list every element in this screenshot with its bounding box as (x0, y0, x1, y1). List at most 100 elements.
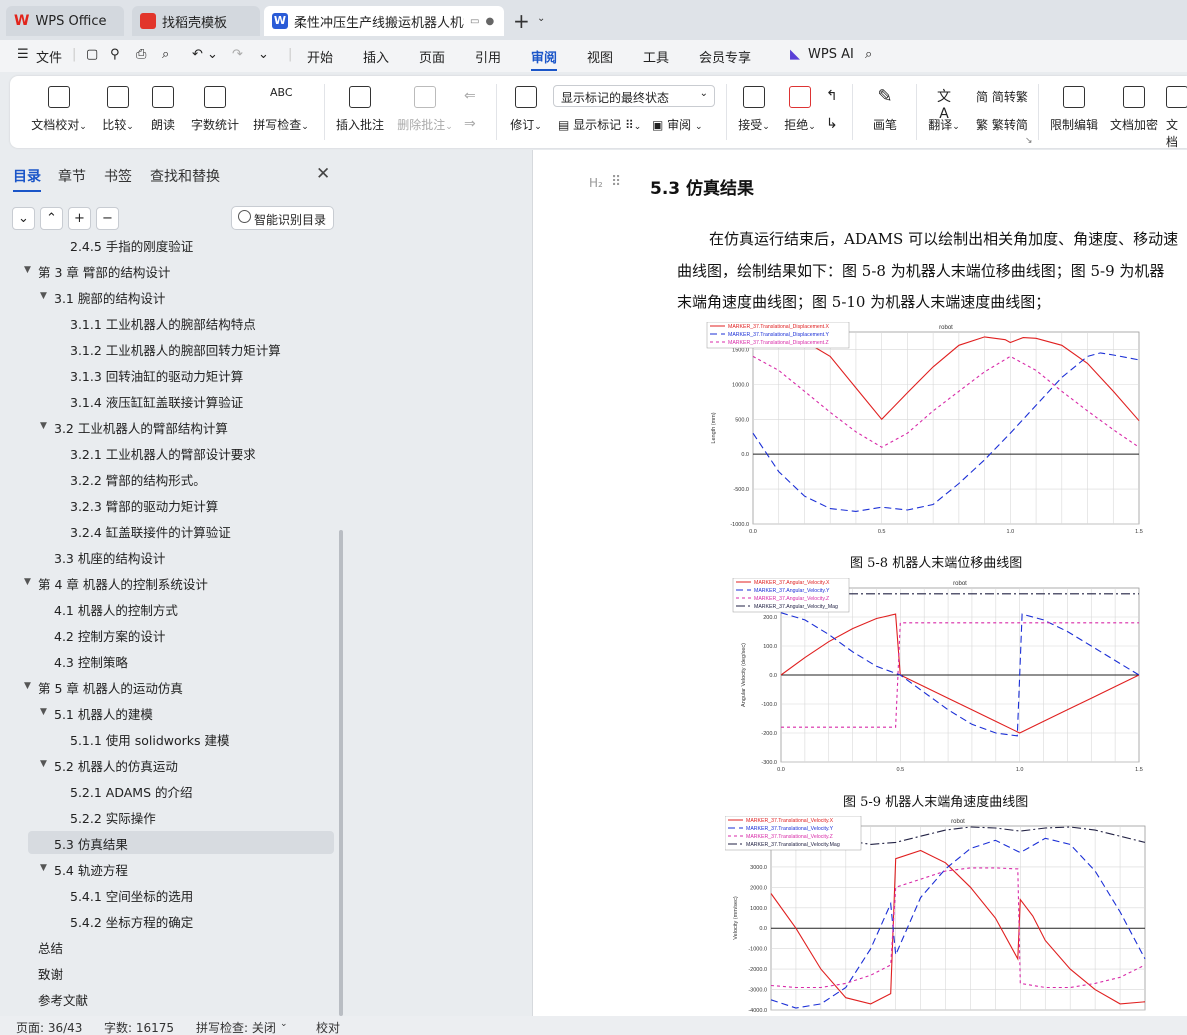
reject-button[interactable]: 拒绝⌄ (780, 86, 820, 133)
menu-tools[interactable]: 工具 (643, 47, 669, 66)
smart-toc-button[interactable]: 智能识别目录 (231, 206, 334, 230)
revise-button[interactable]: 修订⌄ (504, 86, 548, 133)
tab-list-chevron-icon[interactable]: ⌄ (537, 13, 545, 24)
toc-collapse-triangle-icon[interactable]: ▼ (24, 681, 31, 691)
compare-button[interactable]: 比较⌄ (96, 86, 140, 133)
prev-change-icon[interactable]: ↰ (826, 88, 838, 104)
toc-item[interactable]: 4.1 机器人的控制方式 (0, 596, 340, 620)
tab-bookmarks[interactable]: 书签 (104, 166, 132, 186)
page-indicator[interactable]: 页面: 36/43 (16, 1019, 82, 1035)
proofread-status[interactable]: 校对 (316, 1019, 340, 1035)
menu-reference[interactable]: 引用 (475, 47, 501, 66)
next-change-icon[interactable]: ↳ (826, 116, 838, 132)
toc-collapse-triangle-icon[interactable]: ▼ (24, 577, 31, 587)
toc-item[interactable]: ▼ 3.1 腕部的结构设计 (0, 284, 340, 308)
redo-icon[interactable]: ↷ (232, 47, 243, 62)
toc-item[interactable]: 5.2.2 实际操作 (0, 804, 340, 828)
menu-review[interactable]: 审阅 (531, 47, 558, 71)
toc-item[interactable]: 致谢 (0, 960, 340, 984)
toc-collapse-triangle-icon[interactable]: ▼ (40, 291, 47, 301)
next-comment-icon[interactable]: ⇒ (464, 116, 476, 132)
quick-access-chevron-icon[interactable]: ⌄ (258, 47, 269, 62)
trad-to-simp-button[interactable]: 繁 繁转简 (976, 116, 1028, 133)
toc-item[interactable]: 3.2.1 工业机器人的臂部设计要求 (0, 440, 340, 464)
hamburger-icon[interactable]: ☰ (17, 47, 29, 62)
toc-item[interactable]: 2.4.5 手指的刚度验证 (0, 240, 340, 256)
tab-chapters[interactable]: 章节 (58, 166, 86, 186)
remove-heading-button[interactable]: − (96, 207, 119, 230)
menu-member[interactable]: 会员专享 (699, 47, 751, 66)
toc-item[interactable]: 5.4.2 坐标方程的确定 (0, 908, 340, 932)
drag-handle-icon[interactable]: ⠿ (611, 174, 621, 190)
toc-collapse-triangle-icon[interactable]: ▼ (24, 265, 31, 275)
translate-button[interactable]: 文A 翻译⌄ (924, 86, 964, 133)
toc-item[interactable]: ▼ 3.2 工业机器人的臂部结构计算 (0, 414, 340, 438)
menu-view[interactable]: 视图 (587, 47, 613, 66)
toc-item[interactable]: ▼ 5.2 机器人的仿真运动 (0, 752, 340, 776)
review-pane-button[interactable]: ▣ 审阅 ⌄ (652, 116, 703, 133)
toc-item[interactable]: 4.2 控制方案的设计 (0, 622, 340, 646)
pen-button[interactable]: ✎ 画笔 (865, 86, 905, 133)
read-aloud-button[interactable]: 朗读 (146, 86, 180, 133)
accept-button[interactable]: 接受⌄ (734, 86, 774, 133)
expand-up-button[interactable]: ⌃ (40, 207, 63, 230)
spell-check-button[interactable]: ABC 拼写检查⌄ (250, 86, 312, 133)
doc-proof-button[interactable]: 文档校对⌄ (28, 86, 90, 133)
add-heading-button[interactable]: + (68, 207, 91, 230)
spell-check-status[interactable]: 拼写检查: 关闭 (196, 1019, 276, 1035)
toc-item[interactable]: ▼ 第 4 章 机器人的控制系统设计 (0, 570, 340, 594)
toc-item[interactable]: 总结 (0, 934, 340, 958)
toc-item[interactable]: 3.2.4 缸盖联接件的计算验证 (0, 518, 340, 542)
save-icon[interactable]: ▢ (86, 47, 98, 62)
toc-item[interactable]: ▼ 第 3 章 臂部的结构设计 (0, 258, 340, 282)
tab-document[interactable]: W 柔性冲压生产线搬运机器人机械 ▭ ● (264, 6, 504, 36)
prev-comment-icon[interactable]: ⇐ (464, 88, 476, 104)
toc-item[interactable]: 4.3 控制策略 (0, 648, 340, 672)
search-icon[interactable]: ⌕ (865, 47, 872, 62)
toc-collapse-triangle-icon[interactable]: ▼ (40, 863, 47, 873)
toc-item[interactable]: 3.3 机座的结构设计 (0, 544, 340, 568)
menu-insert[interactable]: 插入 (363, 47, 389, 66)
toc-item[interactable]: 3.1.2 工业机器人的腕部回转力矩计算 (0, 336, 340, 360)
toc-item[interactable]: ▼ 5.1 机器人的建模 (0, 700, 340, 724)
toc-item[interactable]: 3.1.4 液压缸缸盖联接计算验证 (0, 388, 340, 412)
menu-page[interactable]: 页面 (419, 47, 445, 66)
menu-wps-ai[interactable]: WPS AI (808, 47, 854, 62)
toc-scrollbar[interactable] (339, 530, 343, 1016)
toc-item[interactable]: ▼ 第 5 章 机器人的运动仿真 (0, 674, 340, 698)
toc-item[interactable]: 5.3 仿真结果 (0, 830, 340, 854)
menu-start[interactable]: 开始 (307, 47, 333, 66)
menu-file[interactable]: 文件 (36, 47, 62, 66)
delete-comment-button[interactable]: 删除批注⌄ (394, 86, 456, 133)
toc-collapse-triangle-icon[interactable]: ▼ (40, 707, 47, 717)
toc-item[interactable]: 5.4.1 空间坐标的选用 (0, 882, 340, 906)
insert-comment-button[interactable]: 插入批注 (334, 86, 386, 133)
close-icon[interactable]: ✕ (316, 164, 330, 184)
print-icon[interactable]: ⎙ (136, 47, 146, 62)
word-count-button[interactable]: 字数统计 (188, 86, 242, 133)
toc-item[interactable]: 3.1.3 回转油缸的驱动力矩计算 (0, 362, 340, 386)
tab-toc[interactable]: 目录 (13, 166, 41, 192)
collapse-all-button[interactable]: ⌄ (12, 207, 35, 230)
undo-icon[interactable]: ↶ ⌄ (192, 47, 218, 62)
restrict-edit-button[interactable]: 限制编辑 (1046, 86, 1102, 133)
show-markup-button[interactable]: ▤ 显示标记 ⠿⌄ (558, 116, 641, 133)
toc-item[interactable]: 3.2.2 臂部的结构形式。 (0, 466, 340, 490)
tab-find-replace[interactable]: 查找和替换 (150, 166, 220, 186)
unsaved-dot-icon[interactable]: ● (485, 16, 494, 27)
toc-item[interactable]: 5.1.1 使用 solidworks 建模 (0, 726, 340, 750)
toc-collapse-triangle-icon[interactable]: ▼ (40, 421, 47, 431)
toc-item[interactable]: 3.1.1 工业机器人的腕部结构特点 (0, 310, 340, 334)
simp-to-trad-button[interactable]: 简 简转繁 (976, 88, 1028, 105)
share-link-icon[interactable]: ⚲ (110, 47, 120, 62)
toc-collapse-triangle-icon[interactable]: ▼ (40, 759, 47, 769)
toc-item[interactable]: 5.2.1 ADAMS 的介绍 (0, 778, 340, 802)
word-count[interactable]: 字数: 16175 (104, 1019, 174, 1035)
toc-item[interactable]: 参考文献 (0, 986, 340, 1010)
encrypt-doc-button[interactable]: 文档加密 (1106, 86, 1162, 133)
print-preview-icon[interactable]: ⌕ (162, 47, 169, 62)
expand-group-icon[interactable]: ↘ (1025, 136, 1033, 146)
markup-state-select[interactable]: 显示标记的最终状态 ⌄ (553, 85, 715, 107)
document-page[interactable]: H₂ ⠿ 5.3 仿真结果 在仿真运行结束后，ADAMS 可以绘制出相关角加度、… (532, 150, 1187, 1016)
toc-item[interactable]: ▼ 5.4 轨迹方程 (0, 856, 340, 880)
